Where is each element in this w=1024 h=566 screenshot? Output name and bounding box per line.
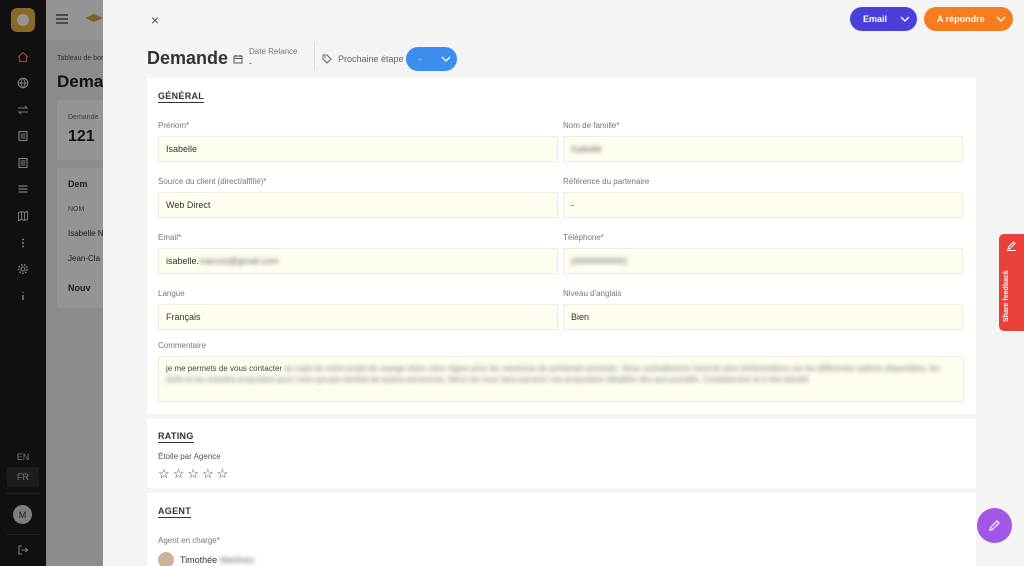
close-button[interactable]: ×: [147, 12, 163, 28]
last-name-field[interactable]: Isabelle: [563, 136, 963, 162]
agent-section: AGENT Agent en charge* Timothée Martinez: [147, 493, 976, 566]
agent-label: Agent en charge*: [158, 536, 220, 545]
star-icon[interactable]: ☆: [202, 467, 214, 480]
language-label: Langue: [158, 289, 185, 298]
header-divider: [314, 42, 315, 70]
share-feedback-label: Share feedback: [1003, 270, 1010, 322]
last-name-label: Nom de famille*: [563, 121, 620, 130]
relance-value[interactable]: -: [249, 58, 252, 68]
tag-icon: [322, 54, 332, 64]
phone-field[interactable]: (##########): [563, 248, 963, 274]
comment-label: Commentaire: [158, 341, 207, 350]
star-icon[interactable]: ☆: [187, 467, 199, 480]
rating-section: RATING Étoile par Agence ☆ ☆ ☆ ☆ ☆: [147, 419, 976, 488]
first-name-label: Prénom*: [158, 121, 190, 130]
email-button[interactable]: Email: [850, 7, 917, 31]
star-icon[interactable]: ☆: [173, 467, 185, 480]
agent-first-name: Timothée: [180, 555, 218, 565]
status-button[interactable]: A répondre: [924, 7, 1013, 31]
request-drawer: × Email A répondre Demande Date Relance …: [103, 0, 1024, 566]
next-step-label: Prochaine étape: [338, 54, 404, 64]
first-name-field[interactable]: Isabelle: [158, 136, 558, 162]
phone-label: Téléphone*: [563, 233, 604, 242]
source-label: Source du client (direct/affilié)*: [158, 177, 267, 186]
star-icon[interactable]: ☆: [217, 467, 229, 480]
agent-name[interactable]: Timothée Martinez: [180, 555, 254, 565]
partner-ref-label: Référence du partenaire: [563, 177, 650, 186]
general-section: GÉNÉRAL Prénom* Isabelle Nom de famille*…: [147, 78, 976, 414]
calendar-icon: [233, 54, 243, 64]
section-title-general: GÉNÉRAL: [158, 91, 205, 103]
phone-value: (##########): [571, 256, 628, 266]
email-value: isabelle.: [166, 256, 200, 266]
agent-avatar: [158, 552, 174, 566]
english-level-field[interactable]: Bien: [563, 304, 963, 330]
edit-icon: [1007, 241, 1016, 251]
comment-value: je me permets de vous contacter: [166, 364, 283, 373]
source-field[interactable]: Web Direct: [158, 192, 558, 218]
chevron-down-icon[interactable]: [893, 7, 917, 31]
language-field[interactable]: Français: [158, 304, 558, 330]
comment-value-hidden: au sujet de notre projet de voyage dans …: [166, 364, 940, 384]
section-title-agent: AGENT: [158, 506, 191, 518]
last-name-value: Isabelle: [571, 144, 603, 154]
comment-field[interactable]: je me permets de vous contacter au sujet…: [158, 356, 964, 402]
email-field[interactable]: isabelle.marcus@gmail.com: [158, 248, 558, 274]
pencil-icon: [989, 520, 1000, 531]
english-level-label: Niveau d'anglais: [563, 289, 622, 298]
chevron-down-icon[interactable]: [434, 56, 457, 62]
status-button-label: A répondre: [937, 14, 985, 24]
next-step-value: -: [418, 54, 422, 64]
partner-ref-field[interactable]: -: [563, 192, 963, 218]
star-rating[interactable]: ☆ ☆ ☆ ☆ ☆: [158, 467, 228, 480]
agent-last-name: Martinez: [219, 555, 255, 565]
drawer-title: Demande: [147, 48, 229, 68]
email-label: Email*: [158, 233, 182, 242]
next-step-select[interactable]: -: [406, 47, 457, 71]
chevron-down-icon[interactable]: [989, 7, 1013, 31]
share-feedback-button[interactable]: Share feedback: [999, 234, 1024, 331]
email-button-label: Email: [863, 14, 888, 24]
relance-label: Date Relance: [249, 47, 298, 56]
star-icon[interactable]: ☆: [158, 467, 170, 480]
email-value-hidden: marcus@gmail.com: [199, 256, 279, 266]
edit-fab-button[interactable]: [977, 508, 1012, 543]
section-title-rating: RATING: [158, 431, 194, 443]
stars-label: Étoile par Agence: [158, 452, 221, 461]
